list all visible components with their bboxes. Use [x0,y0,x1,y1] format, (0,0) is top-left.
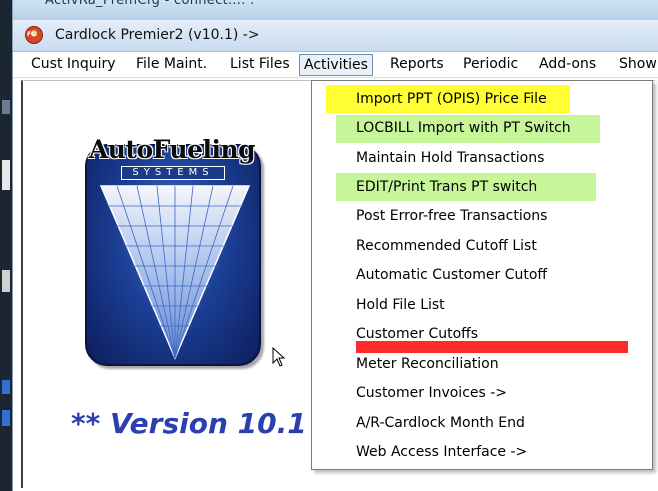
red-strike-mark [356,341,628,353]
desktop-edge-mark [2,270,10,292]
menu-item-locbill-import[interactable]: LOCBILL Import with PT Switch [356,117,571,139]
menu-cust-inquiry[interactable]: Cust Inquiry [27,54,120,76]
menu-reports[interactable]: Reports [386,54,448,76]
menu-file-maint[interactable]: File Maint. [132,54,211,76]
version-text: ** Version 10.1 [71,407,307,440]
activities-dropdown-menu: Import PPT (OPIS) Price File LOCBILL Imp… [311,80,653,470]
logo-subtitle: SYSTEMS [121,166,225,180]
desktop-edge [0,0,12,491]
app-window: ActivRa_PremCfg - connect.... . FG Cardl… [12,0,658,491]
menu-item-automatic-cutoff[interactable]: Automatic Customer Cutoff [356,264,547,286]
menu-item-ar-month-end[interactable]: A/R-Cardlock Month End [356,412,525,434]
menu-item-web-access[interactable]: Web Access Interface -> [356,441,527,463]
desktop-edge-mark [2,380,10,394]
mouse-pointer-icon [272,347,286,367]
menu-item-maintain-hold[interactable]: Maintain Hold Transactions [356,147,544,169]
autofueling-logo: AutoFueling SYSTEMS [81,126,263,366]
app-icon-label: FG [27,31,37,38]
logo-wordmark: AutoFueling [88,135,256,164]
menu-periodic[interactable]: Periodic [459,54,522,76]
menu-item-import-ppt[interactable]: Import PPT (OPIS) Price File [356,88,547,110]
app-icon[interactable]: FG [25,26,43,44]
menu-item-meter-reconciliation[interactable]: Meter Reconciliation [356,353,499,375]
menu-item-customer-invoices[interactable]: Customer Invoices -> [356,382,507,404]
menu-activities[interactable]: Activities [299,54,373,76]
menu-item-recommended-cutoff[interactable]: Recommended Cutoff List [356,235,537,257]
menu-item-post-error-free[interactable]: Post Error-free Transactions [356,205,547,227]
obscured-window-title: ActivRa_PremCfg - connect.... . [13,0,658,20]
desktop-edge-mark [2,100,10,114]
menu-list-files[interactable]: List Files [226,54,294,76]
desktop-edge-mark [2,410,10,426]
title-bar[interactable]: FG Cardlock Premier2 (v10.1) -> [13,20,658,52]
window-title: Cardlock Premier2 (v10.1) -> [55,27,260,43]
menu-add-ons[interactable]: Add-ons [535,54,600,76]
menu-bar: Cust Inquiry File Maint. List Files Acti… [13,52,658,78]
menu-item-hold-file-list[interactable]: Hold File List [356,294,445,316]
menu-show[interactable]: Show [615,54,658,76]
desktop-edge-mark [2,160,10,190]
obscured-title-text: ActivRa_PremCfg - connect.... . [45,0,255,8]
menu-item-edit-print-trans[interactable]: EDIT/Print Trans PT switch [356,176,537,198]
